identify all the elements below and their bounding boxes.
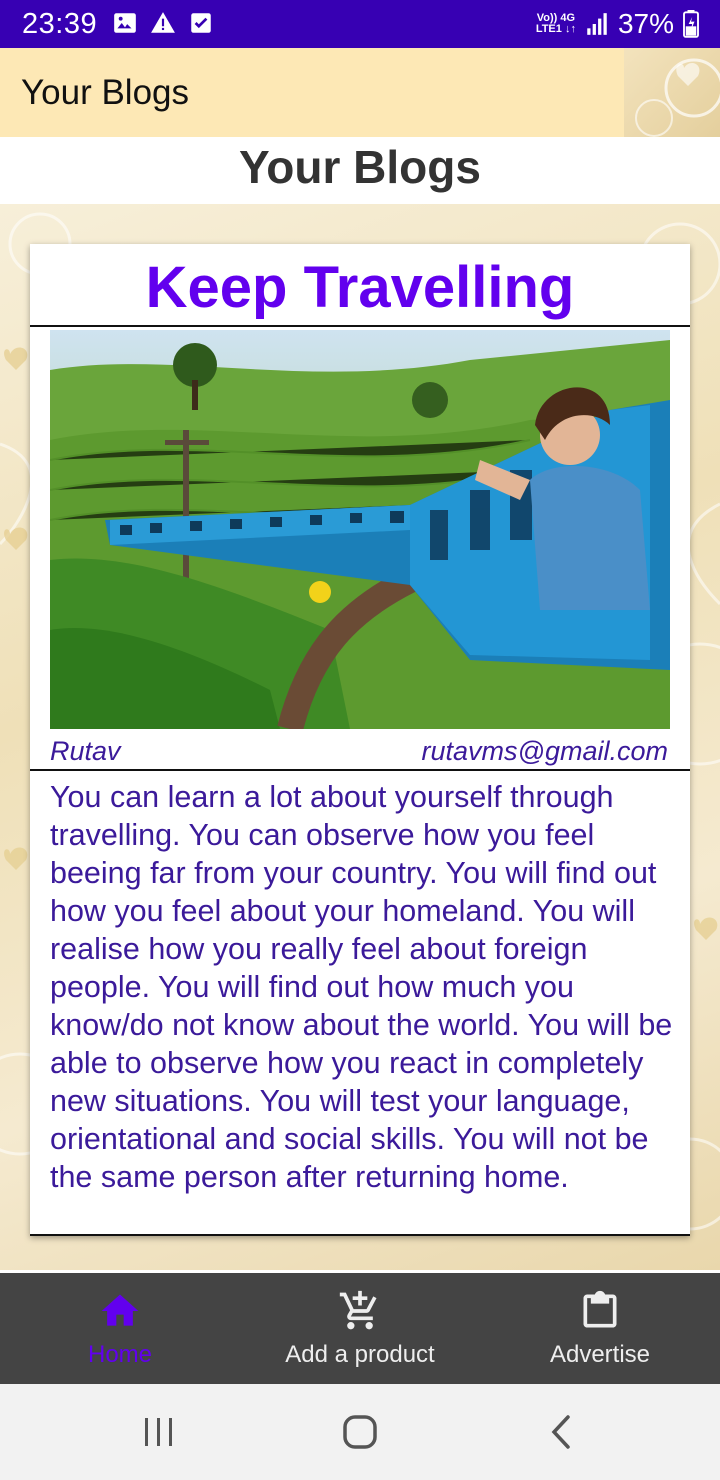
nav-add-product[interactable]: Add a product xyxy=(240,1273,480,1384)
status-time: 23:39 xyxy=(22,8,98,40)
card-bottom-line xyxy=(30,1234,690,1236)
signal-icon xyxy=(587,13,607,35)
warning-icon xyxy=(151,12,175,33)
nav-advertise-label: Advertise xyxy=(549,1341,651,1368)
nav-home-label: Home xyxy=(87,1341,153,1368)
system-navigation-bar xyxy=(0,1384,720,1480)
blog-image xyxy=(50,330,670,729)
home-icon xyxy=(101,1294,139,1326)
blog-author: Rutav xyxy=(50,736,121,766)
page-title: Your Blogs xyxy=(239,141,481,193)
blog-card[interactable]: Keep Travelling Rutav rutavms@gmail.com … xyxy=(30,244,690,1236)
checkbox-icon xyxy=(191,13,211,33)
meta-divider xyxy=(30,769,690,771)
blog-body: You can learn a lot about yourself throu… xyxy=(50,780,673,1194)
clipboard-icon xyxy=(583,1290,617,1328)
image-icon xyxy=(114,13,136,33)
home-button-icon[interactable] xyxy=(340,1412,380,1452)
battery-percentage: 37% xyxy=(617,8,674,39)
status-bar: 23:39 Vo)) 4G LTE1 ↓↑ 37% xyxy=(0,0,720,48)
add-cart-icon xyxy=(339,1290,377,1330)
battery-icon xyxy=(683,10,699,38)
recent-apps-icon[interactable] xyxy=(139,1412,179,1452)
app-bar: Your Blogs xyxy=(0,48,720,137)
network-indicator: Vo)) 4G LTE1 ↓↑ xyxy=(535,12,576,35)
nav-advertise[interactable]: Advertise xyxy=(480,1273,720,1384)
blog-email: rutavms@gmail.com xyxy=(421,736,668,766)
app-bar-title: Your Blogs xyxy=(21,73,189,112)
bottom-navigation: Home Add a product Advertise xyxy=(0,1273,720,1384)
back-icon[interactable] xyxy=(542,1412,582,1452)
nav-add-product-label: Add a product xyxy=(285,1341,435,1368)
title-divider xyxy=(30,325,690,327)
app-bar-decoration xyxy=(624,48,720,137)
nav-home[interactable]: Home xyxy=(0,1273,240,1384)
blog-title: Keep Travelling xyxy=(145,255,575,320)
